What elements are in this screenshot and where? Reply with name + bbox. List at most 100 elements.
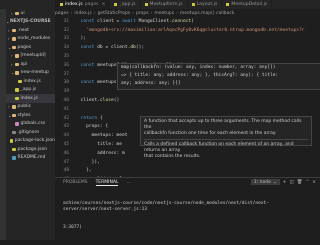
tab-detail: pages (84, 2, 99, 7)
tree-label: _app.js (20, 87, 37, 93)
chevron-up-icon[interactable]: ⌃ (305, 180, 309, 185)
tree-label: .gitignore (17, 129, 40, 135)
tree-label: README.md (17, 155, 46, 161)
folder-icon (12, 113, 16, 117)
line-number: 36 (63, 62, 69, 68)
line-number: 37 (63, 71, 69, 77)
tab-meetupdetail-js[interactable]: MeetupDetail.js (222, 0, 273, 9)
line-number: 39 (63, 89, 69, 95)
tree-file[interactable]: index.js (6, 94, 55, 103)
tree-folder[interactable]: › node_modules (6, 35, 55, 44)
tree-label: node_modules (17, 36, 51, 42)
tab-index-js-pages[interactable]: index.js pages × (56, 0, 111, 9)
tree-folder[interactable]: ⌄ pages (6, 43, 55, 52)
tree-folder[interactable]: › .next (6, 26, 55, 35)
close-icon[interactable]: × (102, 2, 106, 7)
line-number: 44 (63, 133, 69, 139)
folder-icon (15, 71, 19, 75)
breadcrumb-item[interactable]: pages (55, 11, 69, 16)
tree-label: pages (17, 44, 32, 50)
tree-label: public (17, 104, 32, 110)
tree-label: [meetupId] (20, 53, 46, 59)
line-number: 45 (63, 142, 69, 148)
tree-file[interactable]: README.md (6, 154, 55, 163)
tree-label: package.json (17, 146, 48, 152)
tab-meetupform-js[interactable]: Meetupform.js (141, 0, 188, 9)
tab-layout-js[interactable]: Layout.js (188, 0, 223, 9)
trash-icon[interactable]: 🗑 (297, 180, 303, 185)
line-number: 32 (63, 27, 69, 33)
code-line[interactable]: 34 const db = client.db(); (55, 43, 320, 52)
tree-file[interactable]: package-lock.json (6, 137, 55, 146)
chevron-right-icon: › (150, 10, 153, 16)
tree-folder[interactable]: › ui (6, 9, 55, 18)
tab-app-js[interactable]: _app.js (110, 0, 141, 9)
code-line[interactable]: 40 client.close() (55, 96, 320, 105)
tree-file[interactable]: package.json (6, 145, 55, 154)
breadcrumb-item[interactable]: meetups.map() callback (180, 11, 235, 16)
tree-folder[interactable]: ⌄ styles (6, 111, 55, 120)
line-number: 41 (63, 106, 69, 112)
code-line[interactable]: 48 }, (55, 167, 320, 176)
json-file-icon (12, 147, 16, 151)
code-text: }), (75, 159, 100, 165)
tree-file[interactable]: _app.js (6, 86, 55, 95)
tree-folder[interactable]: › [meetupId] (6, 52, 55, 61)
folder-icon (15, 11, 19, 15)
docs-text: A function that accepts up to three argu… (144, 119, 302, 130)
tree-folder[interactable]: ⌄ NEXTJS-COURSE (6, 18, 55, 27)
signature-line: any; address: any; }[] (121, 81, 181, 86)
line-number: 35 (63, 54, 69, 60)
signature-line: => { title: any; address: any; }, thisAr… (121, 73, 279, 78)
tab-label: Layout.js (196, 2, 218, 7)
divider (144, 139, 308, 140)
tab-problems[interactable]: PROBLEMS (63, 180, 88, 185)
breadcrumb-item[interactable]: meetups (154, 11, 174, 16)
code-text: }, (75, 168, 92, 174)
js-file-icon (60, 3, 63, 6)
tab-label: Meetupform.js (149, 2, 183, 7)
breadcrumb-item[interactable]: props (136, 11, 149, 16)
docs-text: callbackfn function one time for each el… (144, 131, 277, 136)
code-line[interactable]: 32 'mongodb+srv://maximilian:arlAqocPgFy… (55, 26, 320, 35)
more-tabs-icon[interactable]: ... (126, 180, 130, 185)
breadcrumb: pages › index.js › getStaticProps › props › … (55, 9, 320, 17)
line-number: 33 (63, 36, 69, 42)
code-text: const db = client.db(); (80, 45, 145, 51)
tab-terminal[interactable]: TERMINAL (95, 180, 119, 186)
code-line[interactable]: 41 (55, 105, 320, 114)
line-number: 38 (63, 80, 69, 86)
folder-icon (12, 105, 16, 109)
js-file-icon (15, 88, 19, 92)
split-terminal-icon[interactable]: ◫ (289, 180, 293, 185)
close-icon[interactable]: × (312, 180, 316, 185)
code-line[interactable]: 33 ); (55, 35, 320, 44)
code-line[interactable]: 31 const client = await MongoClient.conn… (55, 17, 320, 26)
tree-folder[interactable]: ⌄ new-meetup (6, 69, 55, 78)
tree-file[interactable]: .gitignore (6, 128, 55, 137)
terminal-output[interactable]: achine/courses/nextjs-course/code/nextjs… (55, 187, 320, 245)
line-number: 42 (63, 115, 69, 121)
tab-folder-placeholder (0, 0, 56, 9)
file-file-icon (12, 130, 16, 134)
terminal-select[interactable]: 1: node ⌄ (250, 179, 280, 185)
code-line[interactable]: 35 (55, 52, 320, 61)
folder-icon (12, 45, 16, 49)
code-text: ); (75, 36, 87, 42)
tree-folder[interactable]: › public (6, 103, 55, 112)
chevron-right-icon: › (93, 10, 96, 16)
tree-label: api (20, 61, 28, 67)
tree-file[interactable]: index.js (6, 77, 55, 86)
line-number: 43 (63, 124, 69, 130)
js-file-icon (114, 3, 118, 6)
add-terminal-icon[interactable]: + (283, 180, 287, 185)
tree-label: package-lock.json (14, 138, 55, 144)
breadcrumb-item[interactable]: getStaticProps (98, 11, 131, 16)
tree-folder[interactable]: › api (6, 60, 55, 69)
tree-file[interactable]: globals.css (6, 120, 55, 129)
js-file-icon (15, 96, 19, 100)
code-text: props: { (75, 124, 109, 130)
breadcrumb-item[interactable]: index.js (74, 11, 91, 16)
tree-label: index.js (23, 78, 41, 84)
tree-label: index.js (20, 95, 38, 101)
